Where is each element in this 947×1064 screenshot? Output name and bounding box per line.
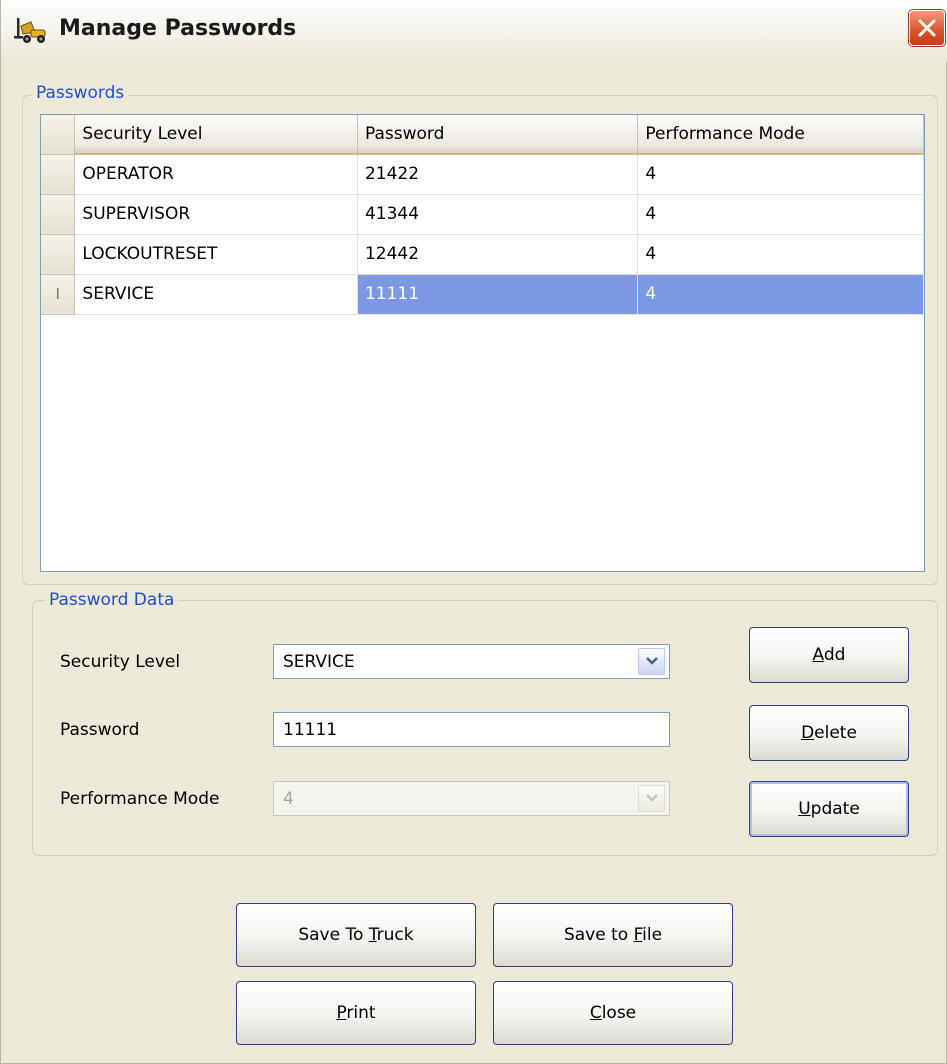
row-header[interactable] xyxy=(41,154,76,195)
delete-button[interactable]: Delete xyxy=(749,705,909,761)
cell-security-level[interactable]: SERVICE xyxy=(74,274,358,315)
security-level-label: Security Level xyxy=(60,652,181,672)
column-header-performance-mode[interactable]: Performance Mode xyxy=(637,115,924,155)
table-row-selected[interactable]: I SERVICE 11111 4 xyxy=(41,274,924,315)
update-button[interactable]: Update xyxy=(749,781,909,837)
passwords-grid[interactable]: Security Level Password Performance Mode… xyxy=(40,114,925,572)
save-to-truck-button[interactable]: Save To Truck xyxy=(236,903,476,967)
column-header-password[interactable]: Password xyxy=(357,115,639,155)
password-data-group-title: Password Data xyxy=(45,590,179,610)
manage-passwords-dialog: Manage Passwords Passwords Security Leve… xyxy=(0,0,947,1064)
forklift-icon xyxy=(13,16,51,46)
row-header-corner xyxy=(41,115,76,155)
add-button-label: Add xyxy=(812,645,846,665)
password-field[interactable]: 11111 xyxy=(273,712,670,747)
password-value: 11111 xyxy=(283,719,338,740)
row-header[interactable] xyxy=(41,234,76,275)
save-to-truck-label: Save To Truck xyxy=(298,925,414,945)
passwords-group-title: Passwords xyxy=(32,83,129,103)
cell-performance-mode[interactable]: 4 xyxy=(637,274,924,315)
grid-header-row: Security Level Password Performance Mode xyxy=(41,115,924,155)
title-bar[interactable]: Manage Passwords xyxy=(1,0,947,62)
password-label: Password xyxy=(60,720,140,740)
update-button-label: Update xyxy=(798,799,860,819)
window-title: Manage Passwords xyxy=(59,16,297,41)
save-to-file-button[interactable]: Save to File xyxy=(493,903,733,967)
performance-mode-value: 4 xyxy=(283,788,294,809)
cell-performance-mode[interactable]: 4 xyxy=(637,154,924,195)
row-header[interactable] xyxy=(41,194,76,235)
cell-password[interactable]: 12442 xyxy=(357,234,639,275)
performance-mode-dropdown-button xyxy=(638,785,665,812)
security-level-dropdown-button[interactable] xyxy=(638,648,665,675)
performance-mode-select: 4 xyxy=(273,781,670,816)
chevron-down-icon xyxy=(646,794,658,802)
column-header-security-level[interactable]: Security Level xyxy=(74,115,358,155)
print-button[interactable]: Print xyxy=(236,981,476,1045)
cell-performance-mode[interactable]: 4 xyxy=(637,194,924,235)
cell-password[interactable]: 11111 xyxy=(357,274,639,315)
cell-password[interactable]: 41344 xyxy=(357,194,639,235)
add-button[interactable]: Add xyxy=(749,627,909,683)
table-row[interactable]: LOCKOUTRESET 12442 4 xyxy=(41,234,924,275)
performance-mode-label: Performance Mode xyxy=(60,789,220,809)
table-row[interactable]: OPERATOR 21422 4 xyxy=(41,154,924,195)
close-window-button[interactable] xyxy=(909,10,945,46)
delete-button-label: Delete xyxy=(801,723,857,743)
cell-security-level[interactable]: LOCKOUTRESET xyxy=(74,234,358,275)
table-row[interactable]: SUPERVISOR 41344 4 xyxy=(41,194,924,235)
close-button[interactable]: Close xyxy=(493,981,733,1045)
security-level-value: SERVICE xyxy=(283,651,355,672)
close-button-label: Close xyxy=(589,1003,637,1023)
cell-password[interactable]: 21422 xyxy=(357,154,639,195)
close-x-icon xyxy=(918,19,936,37)
save-to-file-label: Save to File xyxy=(563,925,663,945)
cell-security-level[interactable]: OPERATOR xyxy=(74,154,358,195)
print-button-label: Print xyxy=(336,1003,376,1023)
cell-security-level[interactable]: SUPERVISOR xyxy=(74,194,358,235)
row-header-edit-marker[interactable]: I xyxy=(41,274,76,315)
security-level-select[interactable]: SERVICE xyxy=(273,644,670,679)
chevron-down-icon xyxy=(646,657,658,665)
cell-performance-mode[interactable]: 4 xyxy=(637,234,924,275)
